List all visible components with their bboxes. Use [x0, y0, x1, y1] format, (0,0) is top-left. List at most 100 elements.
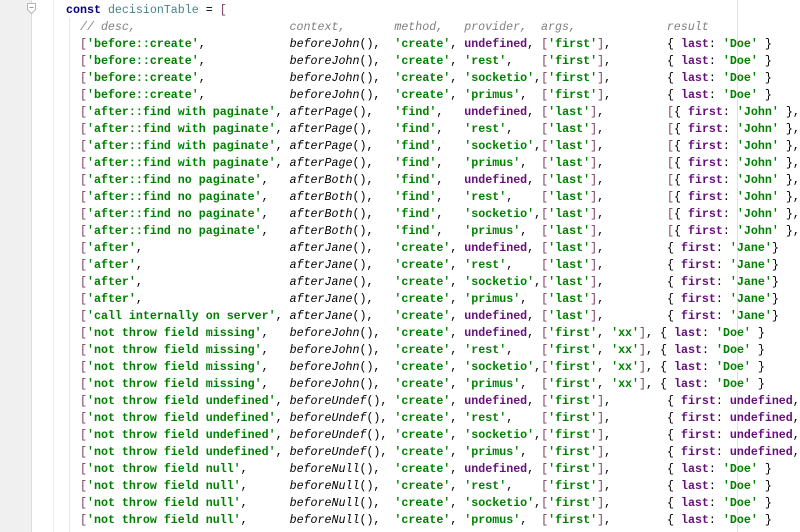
code-token: { [673, 225, 681, 238]
string-token: 'not throw field missing' [86, 378, 262, 391]
string-token: 'Doe' [722, 89, 758, 102]
code-token: (), [359, 38, 381, 51]
function-call-token: afterJane [289, 242, 353, 255]
code-line[interactable]: ['not throw field undefined', beforeUnde… [66, 427, 800, 444]
code-line[interactable]: ['after::find no paginate', afterBoth(),… [66, 189, 800, 206]
code-line[interactable]: ['after::find with paginate', afterPage(… [66, 138, 800, 155]
code-line[interactable]: ['after::find no paginate', afterBoth(),… [66, 206, 800, 223]
code-line[interactable]: ['not throw field undefined', beforeUnde… [66, 444, 800, 461]
code-line[interactable]: ['before::create', beforeJohn(), 'create… [66, 70, 800, 87]
bracket-token: [ [79, 157, 87, 170]
property-key-token: first [687, 106, 723, 119]
code-line[interactable]: ['after', afterJane(), 'create', 'primus… [66, 291, 800, 308]
bracket-token: ] [597, 72, 605, 85]
code-token: } [764, 463, 772, 476]
property-key-token: first [680, 276, 716, 289]
undefined-token: undefined [464, 174, 528, 187]
code-line[interactable]: ['not throw field undefined', beforeUnde… [66, 410, 800, 427]
code-line[interactable]: ['after', afterJane(), 'create', undefin… [66, 240, 800, 257]
code-line[interactable]: ['not throw field null', beforeNull(), '… [66, 495, 800, 512]
property-key-token: first [687, 208, 723, 221]
code-token: (), [359, 514, 381, 527]
bracket-token: [ [79, 378, 87, 391]
function-call-token: afterPage [289, 157, 353, 170]
code-line[interactable]: ['not throw field missing', beforeJohn()… [66, 325, 800, 342]
code-token: } [757, 344, 765, 357]
code-line[interactable]: ['before::create', beforeJohn(), 'create… [66, 87, 800, 104]
code-token: { [666, 429, 674, 442]
code-line[interactable]: ['after::find with paginate', afterPage(… [66, 121, 800, 138]
function-call-token: afterPage [289, 140, 353, 153]
code-line[interactable]: ['not throw field missing', beforeJohn()… [66, 359, 800, 376]
code-line[interactable]: ['not throw field missing', beforeJohn()… [66, 342, 800, 359]
undefined-token: undefined [464, 463, 528, 476]
code-line[interactable]: ['before::create', beforeJohn(), 'create… [66, 36, 800, 53]
code-line[interactable]: ['call internally on server', afterJane(… [66, 308, 800, 325]
code-token: { [673, 191, 681, 204]
string-token: 'last' [548, 157, 591, 170]
code-token: : [708, 514, 716, 527]
code-line[interactable]: // desc, context, method, provider, args… [66, 19, 800, 36]
code-token: } [771, 276, 779, 289]
code-line[interactable]: const decisionTable = [ [66, 2, 800, 19]
code-token: (), [352, 259, 374, 272]
string-token: 'create' [394, 344, 451, 357]
code-line[interactable]: ['not throw field null', beforeNull(), '… [66, 512, 800, 529]
property-key-token: first [687, 225, 723, 238]
property-key-token: last [680, 480, 709, 493]
code-editor[interactable]: const decisionTable = [ // desc, context… [66, 2, 800, 529]
fold-collapse-icon[interactable] [27, 3, 36, 14]
code-token: , [275, 395, 283, 408]
code-token: (), [352, 191, 374, 204]
code-line[interactable]: ['after::find with paginate', afterPage(… [66, 104, 800, 121]
code-line[interactable]: ['not throw field undefined', beforeUnde… [66, 393, 800, 410]
code-line[interactable]: ['after::find with paginate', afterPage(… [66, 155, 800, 172]
string-token: 'create' [394, 38, 451, 51]
code-line[interactable]: ['after::find no paginate', afterBoth(),… [66, 223, 800, 240]
string-token: 'not throw field null' [86, 514, 241, 527]
code-line[interactable]: ['not throw field null', beforeNull(), '… [66, 478, 800, 495]
string-token: 'create' [394, 89, 451, 102]
string-token: 'find' [394, 140, 437, 153]
undefined-token: undefined [729, 412, 793, 425]
code-line[interactable]: ['after', afterJane(), 'create', 'rest',… [66, 257, 800, 274]
undefined-token: undefined [464, 242, 528, 255]
code-line[interactable]: ['not throw field null', beforeNull(), '… [66, 461, 800, 478]
string-token: 'Doe' [722, 514, 758, 527]
code-line[interactable]: ['not throw field missing', beforeJohn()… [66, 376, 800, 393]
code-line[interactable]: ['before::create', beforeJohn(), 'create… [66, 53, 800, 70]
code-line[interactable]: ['after::find no paginate', afterBoth(),… [66, 172, 800, 189]
code-token: (), [352, 225, 374, 238]
code-token: (), [359, 55, 381, 68]
bracket-token: [ [79, 361, 87, 374]
function-call-token: afterBoth [289, 174, 353, 187]
property-key-token: first [680, 259, 716, 272]
code-token: , [275, 310, 283, 323]
code-token: : [708, 463, 716, 476]
code-line[interactable]: ['after', afterJane(), 'create', 'socket… [66, 274, 800, 291]
string-token: 'last' [548, 276, 591, 289]
code-token: , [261, 344, 269, 357]
